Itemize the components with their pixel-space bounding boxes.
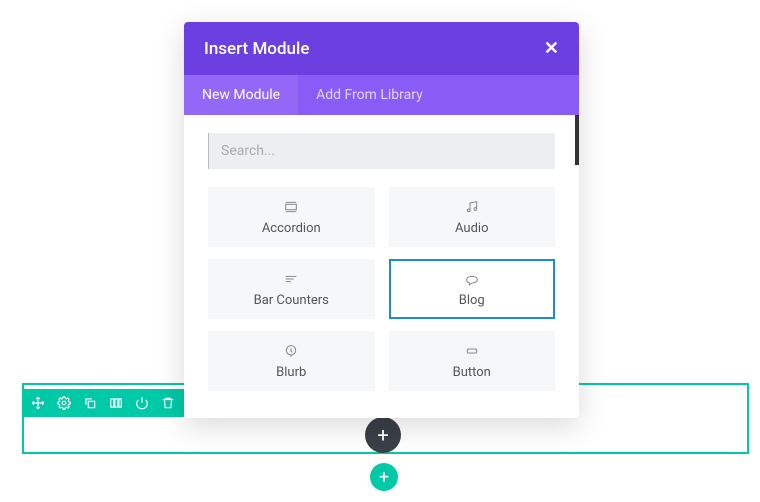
modal-title: Insert Module xyxy=(204,39,309,59)
module-label: Bar Counters xyxy=(254,293,329,308)
module-button[interactable]: Button xyxy=(389,331,556,391)
module-accordion[interactable]: Accordion xyxy=(208,187,375,247)
search-input[interactable] xyxy=(208,133,555,169)
tab-add-from-library[interactable]: Add From Library xyxy=(298,75,441,115)
module-blog[interactable]: Blog xyxy=(389,259,556,319)
trash-icon[interactable] xyxy=(158,393,178,413)
blurb-icon xyxy=(283,343,299,359)
modal-tabs: New Module Add From Library xyxy=(184,75,579,115)
chat-icon xyxy=(464,271,480,287)
columns-icon[interactable] xyxy=(106,393,126,413)
module-bar-counters[interactable]: Bar Counters xyxy=(208,259,375,319)
module-label: Audio xyxy=(455,221,488,236)
module-label: Blurb xyxy=(276,365,306,380)
module-audio[interactable]: Audio xyxy=(389,187,556,247)
plus-icon: + xyxy=(377,423,388,447)
duplicate-icon[interactable] xyxy=(80,393,100,413)
bars-icon xyxy=(283,271,299,287)
modal-body: Accordion Audio Bar Counters Blog Blurb xyxy=(184,115,579,418)
add-row-button[interactable]: + xyxy=(370,463,398,491)
button-icon xyxy=(464,343,480,359)
audio-icon xyxy=(464,199,480,215)
module-label: Blog xyxy=(459,293,485,308)
move-icon[interactable] xyxy=(28,393,48,413)
module-label: Accordion xyxy=(262,221,321,236)
module-label: Button xyxy=(453,365,491,380)
insert-module-modal: Insert Module ✕ New Module Add From Libr… xyxy=(184,22,579,418)
module-grid: Accordion Audio Bar Counters Blog Blurb xyxy=(208,187,555,391)
tab-new-module[interactable]: New Module xyxy=(184,75,298,115)
module-blurb[interactable]: Blurb xyxy=(208,331,375,391)
add-module-button-dark[interactable]: + xyxy=(365,417,401,453)
plus-icon: + xyxy=(379,467,389,488)
close-icon[interactable]: ✕ xyxy=(544,38,559,59)
accordion-icon xyxy=(283,199,299,215)
scrollbar[interactable] xyxy=(575,115,579,165)
power-icon[interactable] xyxy=(132,393,152,413)
gear-icon[interactable] xyxy=(54,393,74,413)
modal-header: Insert Module ✕ xyxy=(184,22,579,75)
row-toolbar xyxy=(22,389,184,417)
